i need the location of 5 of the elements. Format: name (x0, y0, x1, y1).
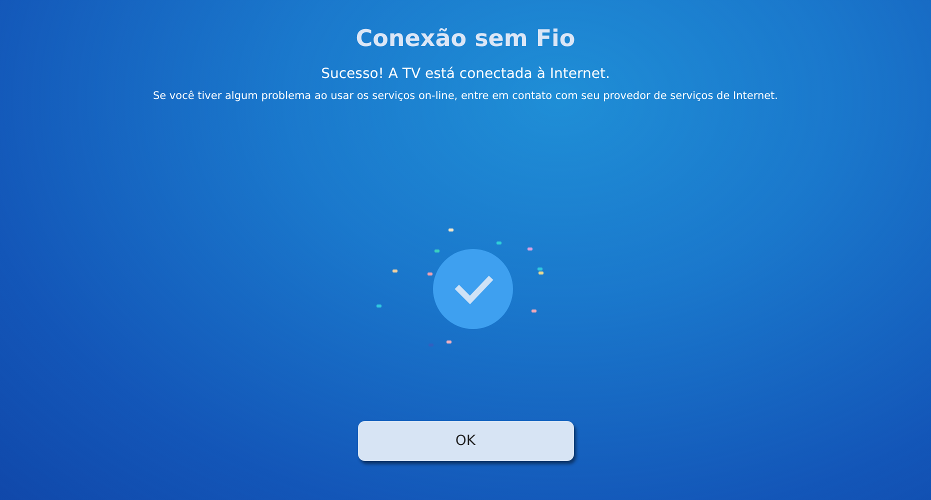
success-message: Sucesso! A TV está conectada à Internet. (321, 66, 610, 82)
help-text: Se você tiver algum problema ao usar os serviços on-line, entre em contato com seu provedor de serviços de Internet. (152, 90, 778, 102)
ok-button[interactable]: OK (358, 421, 574, 461)
screen-title: Conexão sem Fio (356, 26, 576, 52)
check-icon (432, 249, 512, 329)
